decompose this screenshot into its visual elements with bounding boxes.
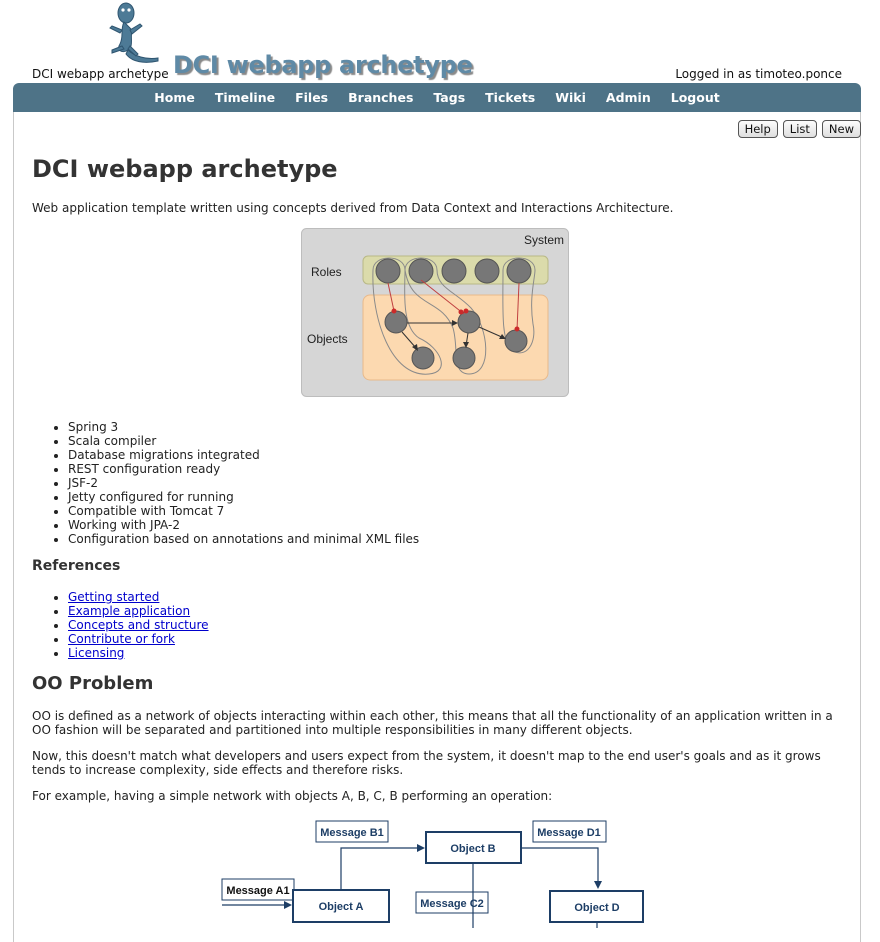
menu-item-home[interactable]: Home xyxy=(144,90,205,105)
role-node xyxy=(375,258,401,284)
menu-item-branches[interactable]: Branches xyxy=(338,90,423,105)
link-licensing[interactable]: Licensing xyxy=(68,646,124,660)
oo-problem-heading: OO Problem xyxy=(32,673,154,694)
list-item: Database migrations integrated xyxy=(68,448,419,462)
role-node xyxy=(506,258,532,284)
menu-item-logout[interactable]: Logout xyxy=(661,90,730,105)
message-d1-label: Message D1 xyxy=(537,827,601,839)
oo-paragraph-1: OO is defined as a network of objects in… xyxy=(32,709,833,737)
message-a1-label: Message A1 xyxy=(226,885,289,897)
object-node xyxy=(384,310,408,334)
list-item: Working with JPA-2 xyxy=(68,518,419,532)
new-button[interactable]: New xyxy=(821,120,861,138)
intro-paragraph: Web application template written using c… xyxy=(32,201,674,215)
help-button[interactable]: Help xyxy=(737,120,778,138)
lizard-logo-icon xyxy=(109,2,159,63)
role-node xyxy=(441,258,467,284)
object-b-label: Object B xyxy=(450,843,495,855)
list-item: Concepts and structure xyxy=(68,618,209,632)
list-item: Example application xyxy=(68,604,209,618)
list-item: REST configuration ready xyxy=(68,462,419,476)
list-item: Configuration based on annotations and m… xyxy=(68,532,419,546)
site-name: DCI webapp archetype xyxy=(32,67,169,81)
login-status: Logged in as timoteo.ponce xyxy=(675,67,842,81)
oo-paragraph-3: For example, having a simple network wit… xyxy=(32,789,553,803)
submenu: Help List New xyxy=(737,120,861,138)
menu-item-admin[interactable]: Admin xyxy=(596,90,661,105)
list-item: Compatible with Tomcat 7 xyxy=(68,504,419,518)
references-list: Getting started Example application Conc… xyxy=(32,590,209,660)
references-heading: References xyxy=(32,558,121,574)
link-example-application[interactable]: Example application xyxy=(68,604,190,618)
object-network-diagram: Message B1 Message D1 Message A1 Message… xyxy=(221,820,644,928)
main-menu: Home Timeline Files Branches Tags Ticket… xyxy=(13,83,861,112)
system-label: System xyxy=(524,233,564,247)
object-node xyxy=(452,346,476,370)
menu-item-timeline[interactable]: Timeline xyxy=(205,90,285,105)
oo-paragraph-2: Now, this doesn't match what developers … xyxy=(32,749,821,777)
list-item: Spring 3 xyxy=(68,420,419,434)
object-node xyxy=(504,329,528,353)
features-list: Spring 3 Scala compiler Database migrati… xyxy=(32,420,419,546)
roles-label: Roles xyxy=(311,265,342,279)
message-b1-label: Message B1 xyxy=(320,827,384,839)
page-title: DCI webapp archetype xyxy=(32,155,338,183)
menu-item-wiki[interactable]: Wiki xyxy=(545,90,596,105)
role-node xyxy=(474,258,500,284)
list-item: Getting started xyxy=(68,590,209,604)
list-item: Scala compiler xyxy=(68,434,419,448)
message-c2-label: Message C2 xyxy=(420,898,484,910)
menu-item-tags[interactable]: Tags xyxy=(423,90,475,105)
link-contribute-or-fork[interactable]: Contribute or fork xyxy=(68,632,175,646)
list-item: JSF-2 xyxy=(68,476,419,490)
dci-system-diagram: System Roles Objects xyxy=(301,228,569,397)
object-node xyxy=(411,346,435,370)
role-node xyxy=(408,258,434,284)
list-button[interactable]: List xyxy=(782,120,817,138)
link-getting-started[interactable]: Getting started xyxy=(68,590,159,604)
list-item: Licensing xyxy=(68,646,209,660)
list-item: Contribute or fork xyxy=(68,632,209,646)
objects-label: Objects xyxy=(307,332,348,346)
list-item: Jetty configured for running xyxy=(68,490,419,504)
menu-item-files[interactable]: Files xyxy=(285,90,338,105)
object-a-label: Object A xyxy=(319,901,364,913)
object-d-label: Object D xyxy=(574,902,619,914)
menu-item-tickets[interactable]: Tickets xyxy=(475,90,545,105)
site-title[interactable]: DCI webapp archetype xyxy=(173,51,473,79)
link-concepts-and-structure[interactable]: Concepts and structure xyxy=(68,618,209,632)
